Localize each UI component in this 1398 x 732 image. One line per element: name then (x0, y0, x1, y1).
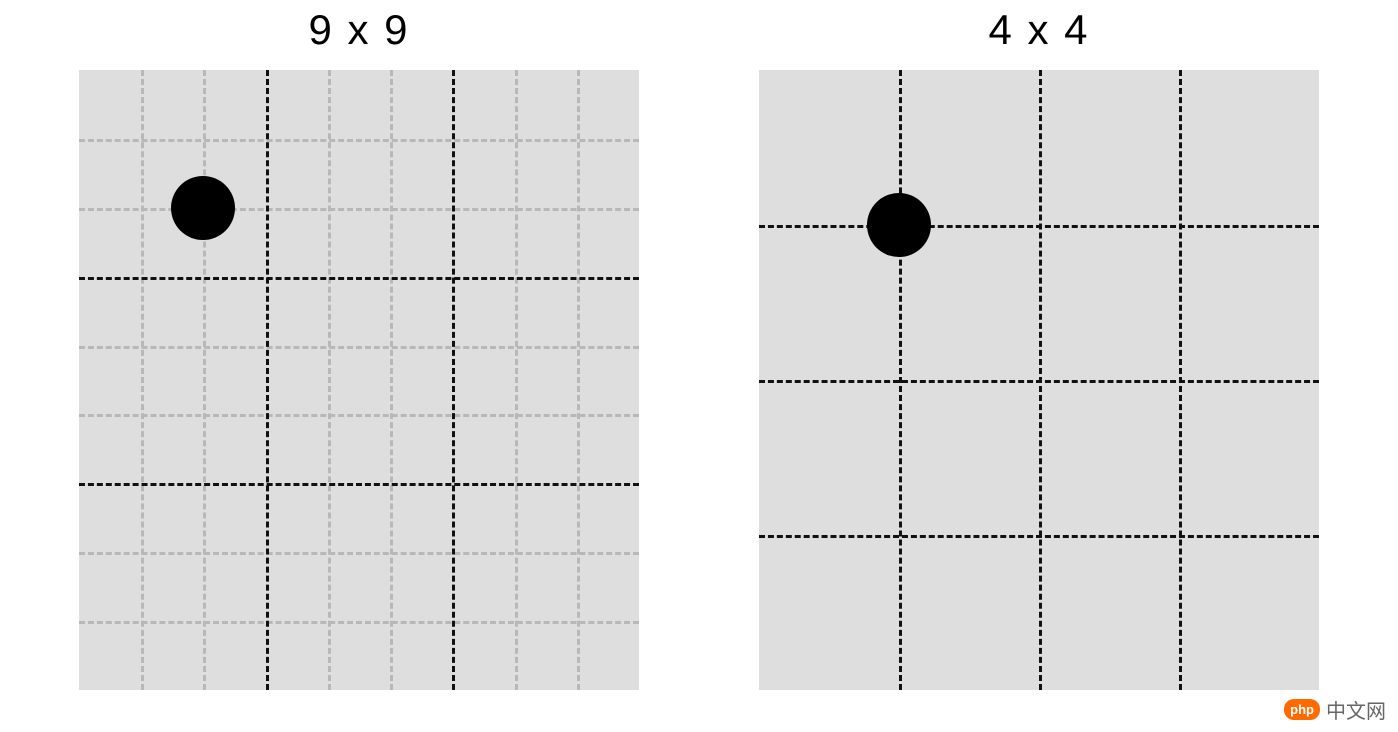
watermark: php 中文网 (1284, 695, 1386, 724)
grid-9x9 (79, 70, 639, 690)
panel-9x9: 9 x 9 (79, 0, 639, 690)
title-4x4: 4 x 4 (988, 0, 1089, 70)
diagram-wrap: 9 x 9 4 x 4 (0, 0, 1398, 690)
watermark-badge: php (1284, 699, 1320, 720)
title-9x9: 9 x 9 (308, 0, 409, 70)
marker-dot-left (171, 176, 235, 240)
marker-dot-right (867, 193, 931, 257)
panel-4x4: 4 x 4 (759, 0, 1319, 690)
grid-4x4 (759, 70, 1319, 690)
watermark-text: 中文网 (1326, 695, 1386, 724)
